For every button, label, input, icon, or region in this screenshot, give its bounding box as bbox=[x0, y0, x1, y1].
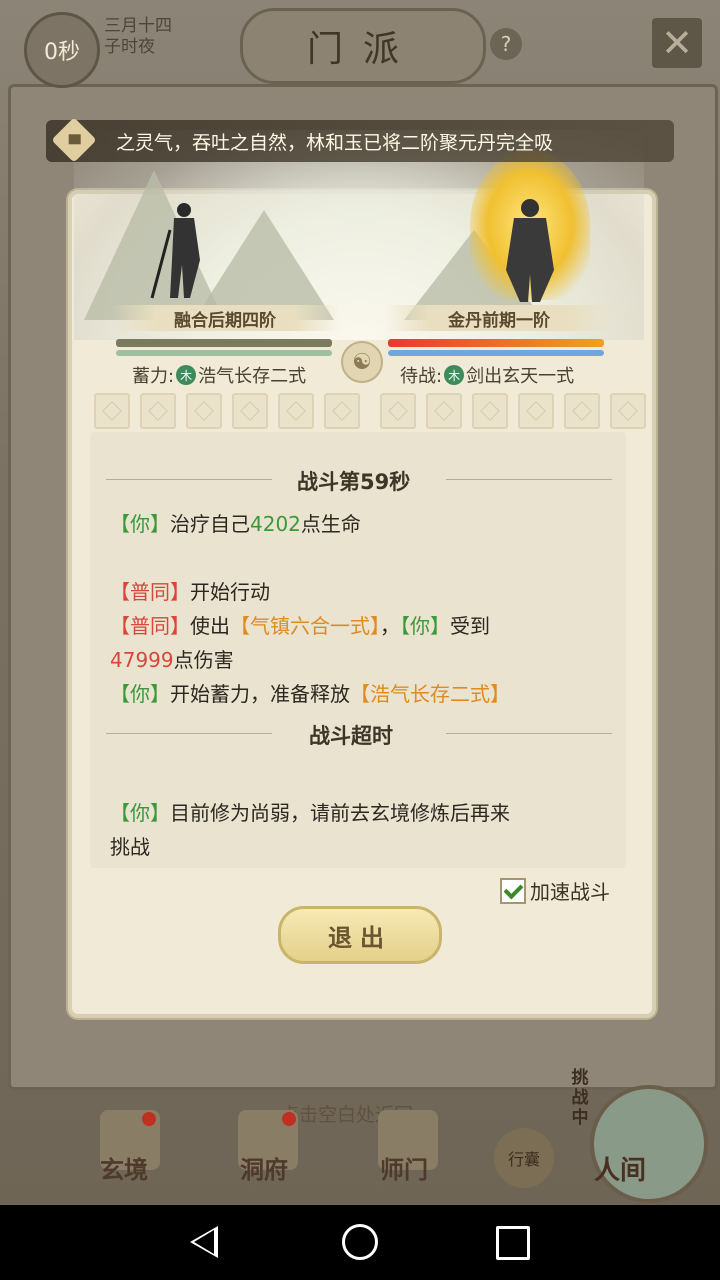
divider bbox=[106, 733, 272, 734]
actor-you: 【你】 bbox=[110, 512, 170, 536]
log-line: 【你】治疗自己4202点生命 bbox=[110, 508, 361, 537]
log-text: ， bbox=[380, 614, 400, 638]
log-line: 挑战 bbox=[110, 831, 150, 860]
mountain-mid bbox=[194, 210, 334, 320]
date-hour: 子时夜 bbox=[104, 37, 155, 57]
skill-slot bbox=[186, 393, 222, 429]
top-bar: 0秒 三月十四 子时夜 门派 ? ✕ bbox=[0, 0, 720, 90]
lock-icon bbox=[51, 117, 97, 163]
log-text: 使出 bbox=[190, 614, 230, 638]
exit-button[interactable]: 退出 bbox=[278, 906, 442, 964]
accelerate-label: 加速战斗 bbox=[530, 880, 610, 904]
marquee-text: 之灵气，吞吐之自然，林和玉已将二阶聚元丹完全吸 bbox=[116, 132, 554, 154]
divider bbox=[446, 479, 612, 480]
skill-name: 【浩气长存二式】 bbox=[350, 682, 510, 706]
heal-amount: 4202 bbox=[250, 512, 301, 536]
player-skill-slots bbox=[94, 393, 360, 429]
log-text: 点生命 bbox=[300, 512, 361, 536]
actor-you: 【你】 bbox=[110, 801, 170, 825]
enemy-status: 待战: 木 剑出玄天一式 bbox=[400, 362, 574, 388]
log-text: 开始行动 bbox=[190, 580, 270, 604]
player-mp-bar bbox=[116, 350, 332, 356]
log-line: 【你】开始蓄力，准备释放【浩气长存二式】 bbox=[110, 678, 510, 707]
log-text: 目前修为尚弱，请前去玄境修炼后再来 bbox=[170, 801, 510, 825]
recent-apps-icon[interactable] bbox=[496, 1226, 530, 1260]
help-button[interactable]: ? bbox=[490, 28, 522, 60]
log-line: 【你】目前修为尚弱，请前去玄境修炼后再来 bbox=[110, 797, 510, 826]
back-icon[interactable] bbox=[190, 1226, 218, 1258]
timer-display: 0秒 bbox=[24, 12, 100, 88]
checkbox-checked-icon[interactable] bbox=[500, 877, 526, 904]
enemy-hp-bar bbox=[388, 339, 604, 347]
skill-slot bbox=[518, 393, 554, 429]
enemy-mp-bar bbox=[388, 350, 604, 356]
enemy-realm-label: 金丹前期一阶 bbox=[384, 305, 614, 331]
player-realm-label: 融合后期四阶 bbox=[110, 305, 340, 331]
actor-you: 【你】 bbox=[110, 682, 170, 706]
nav-xuanjing[interactable]: 玄境 bbox=[100, 1150, 148, 1185]
log-text: 受到 bbox=[450, 614, 490, 638]
nav-dongfu[interactable]: 洞府 bbox=[240, 1150, 288, 1185]
enemy-status-prefix: 待战: bbox=[400, 366, 443, 387]
actor-enemy: 【普同】 bbox=[110, 614, 190, 638]
enemy-status-skill: 剑出玄天一式 bbox=[466, 366, 575, 387]
player-status: 蓄力: 木 浩气长存二式 bbox=[132, 362, 306, 388]
damage-amount: 47999 bbox=[110, 648, 174, 672]
log-line: 【普同】开始行动 bbox=[110, 576, 270, 605]
game-date: 三月十四 子时夜 bbox=[104, 16, 172, 58]
wood-element-icon: 木 bbox=[444, 365, 465, 385]
timeout-title: 战斗超时 bbox=[309, 724, 393, 748]
wood-element-icon: 木 bbox=[176, 365, 197, 385]
enemy-figure bbox=[506, 199, 554, 302]
bag-button[interactable]: 行囊 bbox=[494, 1128, 554, 1188]
skill-slot bbox=[324, 393, 360, 429]
log-line: 【普同】使出【气镇六合一式】，【你】受到 bbox=[110, 610, 490, 639]
actor-you: 【你】 bbox=[400, 614, 450, 638]
close-button[interactable]: ✕ bbox=[652, 18, 702, 68]
skill-slot bbox=[140, 393, 176, 429]
skill-slot bbox=[94, 393, 130, 429]
player-hp-bar bbox=[116, 339, 332, 347]
divider bbox=[446, 733, 612, 734]
skill-slot bbox=[472, 393, 508, 429]
skill-name: 【气镇六合一式】 bbox=[230, 614, 380, 638]
enemy-skill-slots bbox=[380, 393, 646, 429]
announcement-marquee: 之灵气，吞吐之自然，林和玉已将二阶聚元丹完全吸 bbox=[46, 117, 674, 163]
game-stage: 0秒 三月十四 子时夜 门派 ? ✕ 之灵气，吞吐之自然，林和玉已将二阶聚元丹完… bbox=[0, 0, 720, 1205]
nav-shimen[interactable]: 师门 bbox=[380, 1150, 428, 1185]
divider bbox=[106, 479, 272, 480]
battle-log[interactable]: 战斗第59秒 【你】治疗自己4202点生命 【普同】开始行动 【普同】使出【气镇… bbox=[90, 432, 626, 868]
log-text: 治疗自己 bbox=[170, 512, 250, 536]
log-text: 挑战 bbox=[110, 835, 150, 859]
log-line: 47999点伤害 bbox=[110, 644, 234, 673]
taiji-icon: ☯ bbox=[341, 341, 383, 383]
skill-slot bbox=[380, 393, 416, 429]
skill-slot bbox=[232, 393, 268, 429]
actor-enemy: 【普同】 bbox=[110, 580, 190, 604]
home-icon[interactable] bbox=[342, 1224, 378, 1260]
player-status-prefix: 蓄力: bbox=[132, 366, 175, 387]
skill-slot bbox=[564, 393, 600, 429]
date-day: 三月十四 bbox=[104, 16, 172, 36]
log-text: 点伤害 bbox=[173, 648, 234, 672]
notification-badge bbox=[282, 1112, 296, 1126]
notification-badge bbox=[142, 1112, 156, 1126]
skill-slot bbox=[610, 393, 646, 429]
skill-slot bbox=[278, 393, 314, 429]
log-time-title: 战斗第59秒 bbox=[297, 470, 411, 494]
player-figure bbox=[150, 203, 200, 299]
challenge-status: 挑战中 bbox=[571, 1068, 589, 1128]
world-label[interactable]: 人间 bbox=[594, 1150, 646, 1187]
player-status-skill: 浩气长存二式 bbox=[198, 366, 307, 387]
skill-slot bbox=[426, 393, 462, 429]
page-title: 门派 bbox=[240, 8, 486, 84]
log-text: 开始蓄力，准备释放 bbox=[170, 682, 350, 706]
accelerate-battle-toggle[interactable]: 加速战斗 bbox=[500, 876, 610, 905]
